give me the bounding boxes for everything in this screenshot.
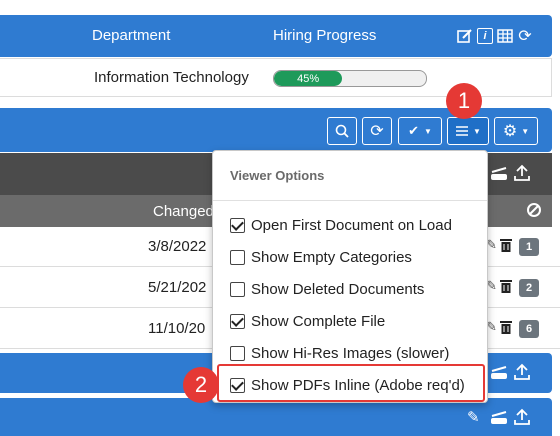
checkbox-show-hi-res-images[interactable]	[230, 345, 245, 361]
refresh-button[interactable]: ⟳	[362, 117, 392, 145]
changed-date: 5/21/202	[148, 279, 207, 296]
upload-icon[interactable]	[514, 408, 530, 426]
document-count-badge: 2	[519, 279, 539, 297]
department-column-header[interactable]: Department	[92, 27, 170, 44]
checkbox-show-deleted-documents[interactable]	[230, 281, 245, 297]
option-label: Show Hi-Res Images (slower)	[251, 344, 450, 362]
scanner-icon[interactable]	[490, 366, 508, 380]
trash-icon[interactable]	[500, 279, 512, 293]
edit-icon[interactable]: ✎	[467, 408, 480, 426]
checkbox-show-empty-categories[interactable]	[230, 249, 245, 265]
option-show-deleted-documents[interactable]: Show Deleted Documents	[213, 273, 483, 305]
checkbox-open-first-document[interactable]	[230, 217, 245, 233]
checkmark-icon: ✔	[408, 123, 419, 138]
menu-divider	[213, 200, 487, 201]
category-bar[interactable]: ✎	[0, 398, 552, 436]
changed-date: 3/8/2022	[148, 238, 207, 255]
hiring-progress-label: 45%	[297, 72, 320, 85]
option-show-complete-file[interactable]: Show Complete File	[213, 305, 483, 337]
viewer-options-title: Viewer Options	[230, 168, 325, 183]
menu-icon	[456, 126, 469, 136]
scanner-icon[interactable]	[490, 167, 508, 181]
document-count-badge: 1	[519, 238, 539, 256]
check-dropdown-button[interactable]: ✔ ▼	[398, 117, 442, 145]
trash-icon[interactable]	[500, 238, 512, 252]
block-icon[interactable]	[526, 202, 542, 218]
info-icon[interactable]: i	[477, 28, 493, 44]
top-header-bar: Department Hiring Progress i ⟳	[0, 15, 552, 57]
refresh-icon[interactable]: ⟳	[517, 28, 533, 45]
trash-icon[interactable]	[500, 320, 512, 334]
grid-icon[interactable]	[497, 28, 513, 44]
department-value: Information Technology	[94, 69, 249, 86]
chevron-down-icon: ▼	[423, 126, 432, 136]
scanner-icon[interactable]	[490, 411, 508, 425]
upload-icon[interactable]	[514, 363, 530, 381]
option-label: Show Empty Categories	[251, 248, 412, 266]
refresh-icon: ⟳	[370, 123, 384, 140]
changed-date: 11/10/20	[148, 320, 206, 337]
checkbox-show-complete-file[interactable]	[230, 313, 245, 329]
step-marker-1: 1	[446, 83, 482, 119]
upload-icon[interactable]	[514, 164, 530, 182]
option-label: Show Complete File	[251, 312, 386, 330]
highlight-box	[217, 364, 485, 402]
option-label: Open First Document on Load	[251, 216, 452, 234]
search-icon	[335, 124, 349, 138]
chevron-down-icon: ▼	[521, 126, 530, 136]
option-open-first-document[interactable]: Open First Document on Load	[213, 209, 483, 241]
step-marker-2: 2	[183, 367, 219, 403]
chevron-down-icon: ▼	[473, 126, 481, 136]
option-label: Show Deleted Documents	[251, 280, 425, 298]
hiring-progress-bar: 45%	[273, 70, 427, 87]
gear-icon: ⚙	[502, 123, 518, 140]
edit-icon[interactable]	[457, 28, 473, 44]
hiring-progress-fill: 45%	[274, 71, 343, 86]
settings-dropdown-button[interactable]: ⚙ ▼	[494, 117, 538, 145]
hiring-progress-column-header[interactable]: Hiring Progress	[273, 27, 376, 44]
option-show-empty-categories[interactable]: Show Empty Categories	[213, 241, 483, 273]
viewer-menu-dropdown-button[interactable]: ▼	[447, 117, 489, 145]
changed-column-header[interactable]: Changed	[153, 203, 214, 220]
search-button[interactable]	[327, 117, 357, 145]
document-count-badge: 6	[519, 320, 539, 338]
